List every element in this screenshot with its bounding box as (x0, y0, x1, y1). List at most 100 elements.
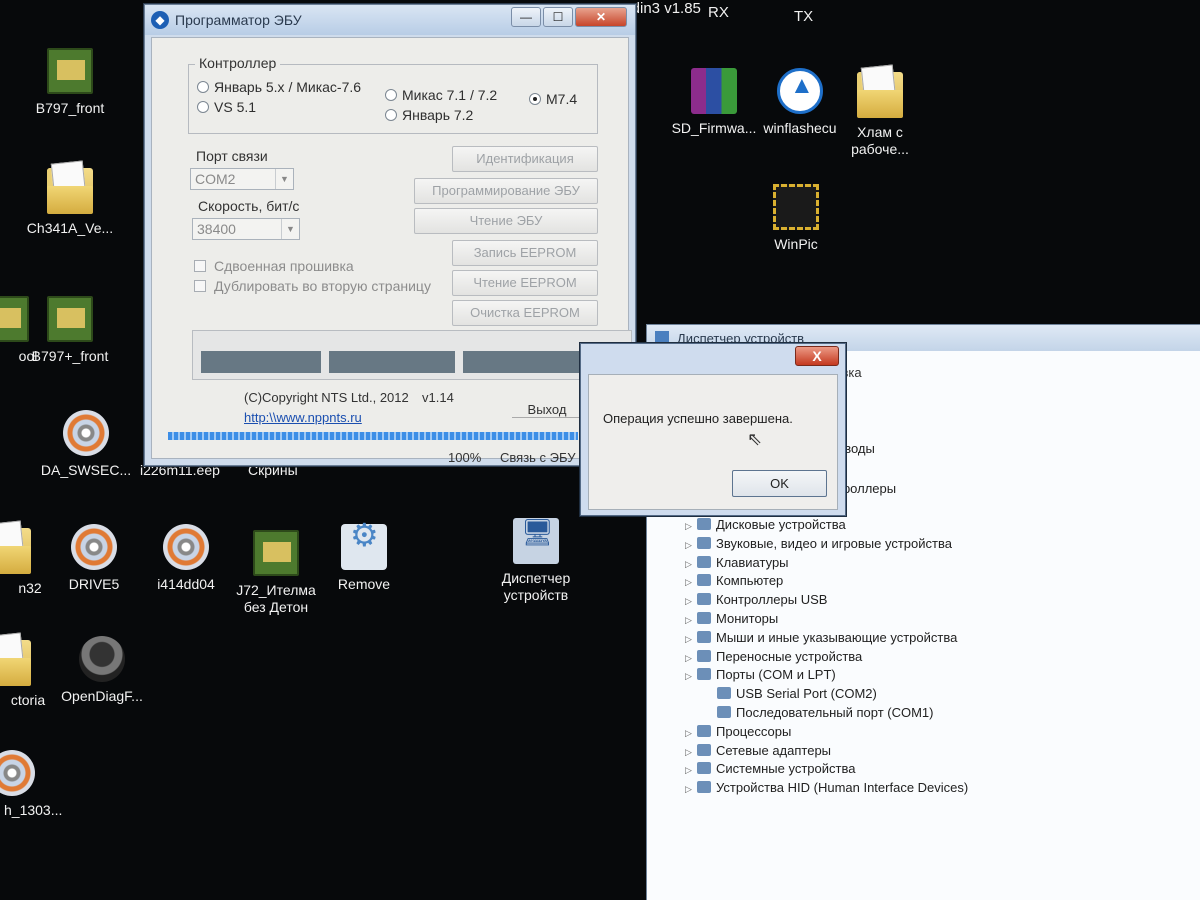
device-category-icon (697, 649, 711, 662)
device-category-icon (697, 724, 711, 737)
speed-select-value: 38400 (197, 221, 236, 237)
board-icon (47, 48, 93, 94)
expand-arrow-icon[interactable]: ▷ (685, 653, 695, 664)
device-category-icon (697, 668, 711, 681)
desktop-icon-j72[interactable]: J72_Ителма без Детон (228, 530, 324, 616)
tree-row[interactable]: ▷ Клавиатуры (685, 555, 789, 573)
progress-bar (168, 432, 578, 440)
minimize-button[interactable]: — (511, 7, 541, 27)
tree-row[interactable]: USB Serial Port (COM2) (705, 686, 877, 704)
radio-yanvar5[interactable]: Январь 5.x / Микас-7.6 (197, 79, 361, 95)
folder-icon (0, 528, 31, 574)
read-eeprom-button[interactable]: Чтение EEPROM (452, 270, 598, 296)
desktop-icon-ctoria[interactable]: ctoria (0, 640, 56, 709)
desktop-icon-label: ool (18, 348, 38, 364)
winflashecu-icon (777, 68, 823, 114)
desktop-icon-da-swsec[interactable]: DA_SWSEC... (38, 410, 134, 479)
tree-row[interactable]: ▷ Устройства HID (Human Interface Devices… (685, 780, 968, 798)
folder-icon (0, 640, 31, 686)
expand-arrow-icon[interactable]: ▷ (685, 615, 695, 626)
disc-icon (71, 524, 117, 570)
expand-arrow-icon[interactable]: ▷ (685, 728, 695, 739)
device-category-icon (697, 743, 711, 756)
read-ecu-button[interactable]: Чтение ЭБУ (414, 208, 598, 234)
expand-arrow-icon[interactable]: ▷ (685, 784, 695, 795)
desktop-icon-device-manager[interactable]: Диспетчер устройств (488, 518, 584, 604)
tree-row[interactable]: ▷ Процессоры (685, 724, 791, 742)
desktop-icon-b797-front[interactable]: B797_front (22, 48, 118, 117)
radio-mikas71[interactable]: Микас 7.1 / 7.2 (385, 87, 497, 103)
radio-label: VS 5.1 (214, 99, 257, 115)
ecu-window-titlebar[interactable]: ◆ Программатор ЭБУ — ☐ ✕ (145, 5, 635, 35)
tree-row[interactable]: ▷ Звуковые, видео и игровые устройства (685, 536, 952, 554)
expand-arrow-icon[interactable]: ▷ (685, 521, 695, 532)
expand-arrow-icon[interactable]: ▷ (685, 671, 695, 682)
chevron-down-icon[interactable]: ▼ (281, 219, 299, 239)
disc-icon (163, 524, 209, 570)
radio-yanvar72[interactable]: Январь 7.2 (385, 107, 473, 123)
mouse-cursor-icon: ⇖ (747, 429, 763, 449)
tree-row[interactable]: Последовательный порт (COM1) (705, 705, 933, 723)
copyright-text: (C)Copyright NTS Ltd., 2012 (244, 390, 409, 405)
tree-row[interactable]: ▷ Мыши и иные указывающие устройства (685, 630, 957, 648)
message-dialog[interactable]: X Операция успешно завершена. ⇖ OK (580, 343, 846, 516)
tree-row[interactable]: ▷ Системные устройства (685, 761, 855, 779)
tree-row[interactable]: ▷ Контроллеры USB (685, 592, 827, 610)
desktop-icon-h1303[interactable]: h_1303... (0, 750, 62, 819)
exit-button[interactable]: Выход (512, 402, 582, 418)
clear-eeprom-button[interactable]: Очистка EEPROM (452, 300, 598, 326)
desktop-icon-drive5[interactable]: DRIVE5 (46, 524, 142, 593)
radio-label: M7.4 (546, 91, 578, 107)
port-select[interactable]: COM2 ▼ (190, 168, 294, 190)
desktop-label-tx: TX (794, 8, 814, 25)
tree-row[interactable]: ▷ Переносные устройства (685, 649, 862, 667)
desktop-icon-opendiag[interactable]: OpenDiagF... (54, 636, 150, 705)
desktop-icon-winpic[interactable]: WinPic (748, 184, 844, 253)
expand-arrow-icon[interactable]: ▷ (685, 634, 695, 645)
desktop-icon-sd-firmware[interactable]: SD_Firmwa... (666, 68, 762, 137)
ok-button[interactable]: OK (732, 470, 827, 497)
tree-row[interactable]: ▷ Порты (COM и LPT) (685, 667, 836, 685)
device-category-icon (697, 612, 711, 624)
tree-row-label: Мыши и иные указывающие устройства (716, 629, 958, 645)
expand-arrow-icon[interactable]: ▷ (685, 765, 695, 776)
speed-select[interactable]: 38400 ▼ (192, 218, 300, 240)
desktop-icon-label: DRIVE5 (68, 576, 120, 592)
desktop-icon-label: Диспетчер устройств (501, 570, 571, 603)
expand-arrow-icon[interactable]: ▷ (685, 747, 695, 758)
dialog-close-button[interactable]: X (795, 346, 839, 366)
expand-arrow-icon[interactable]: ▷ (685, 577, 695, 588)
write-eeprom-button[interactable]: Запись EEPROM (452, 240, 598, 266)
double-firmware-checkbox[interactable]: Сдвоенная прошивка (194, 258, 354, 274)
maximize-button[interactable]: ☐ (543, 7, 573, 27)
tree-row-label: Мониторы (716, 611, 779, 626)
duplicate-page-checkbox[interactable]: Дублировать во вторую страницу (194, 278, 431, 294)
progress-percent: 100% (448, 450, 482, 465)
close-button[interactable]: ✕ (575, 7, 627, 27)
desktop-icon-ch341a[interactable]: Ch341A_Ve... (22, 168, 118, 237)
chevron-down-icon[interactable]: ▼ (275, 169, 293, 189)
expand-arrow-icon[interactable]: ▷ (685, 596, 695, 607)
version-text: v1.14 (422, 390, 454, 405)
expand-arrow-icon[interactable]: ▷ (685, 540, 695, 551)
port-label: Порт связи (196, 148, 268, 164)
expand-arrow-icon[interactable]: ▷ (685, 559, 695, 570)
radio-vs51[interactable]: VS 5.1 (197, 99, 256, 115)
tree-row[interactable]: ▷ Мониторы (685, 611, 778, 629)
desktop-icon-label: J72_Ителма без Детон (236, 582, 316, 615)
tree-row-label: Устройства HID (Human Interface Devices) (716, 780, 969, 796)
ecu-programmer-window[interactable]: ◆ Программатор ЭБУ — ☐ ✕ Контроллер Янва… (144, 4, 636, 466)
checkbox-label: Дублировать во вторую страницу (214, 278, 431, 294)
desktop-icon-n32[interactable]: n32 (0, 528, 56, 597)
desktop-icon-ool[interactable]: ool (0, 296, 54, 365)
website-link[interactable]: http:\\www.nppnts.ru (244, 410, 362, 425)
desktop-icon-remove[interactable]: Remove (316, 524, 412, 593)
tree-row[interactable]: ▷ Компьютер (685, 573, 783, 591)
desktop-icon-i414dd04[interactable]: i414dd04 (138, 524, 234, 593)
desktop-icon-hlam[interactable]: Хлам с рабоче... (832, 72, 928, 158)
radio-m74[interactable]: M7.4 (529, 91, 577, 107)
program-ecu-button[interactable]: Программирование ЭБУ (414, 178, 598, 204)
tree-row[interactable]: ▷ Дисковые устройства (685, 517, 846, 535)
identify-button[interactable]: Идентификация (452, 146, 598, 172)
tree-row[interactable]: ▷ Сетевые адаптеры (685, 743, 831, 761)
